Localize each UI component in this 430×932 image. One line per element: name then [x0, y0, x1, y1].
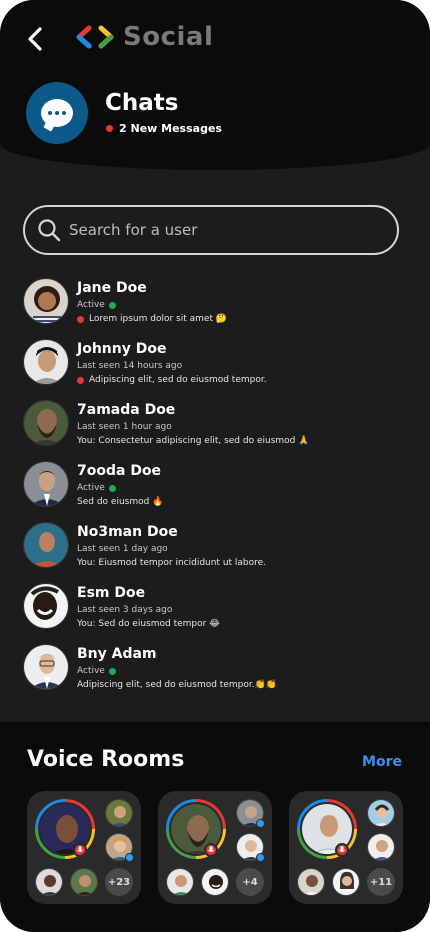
- preview-text: You: Sed do eiusmod tempor 😂: [77, 619, 220, 629]
- online-dot-icon: [108, 302, 116, 309]
- contact-status: Last seen 1 hour ago: [77, 421, 309, 434]
- message-preview: Adipiscing elit, sed do eiusmod tempor.: [77, 374, 267, 387]
- avatar: [23, 278, 69, 324]
- avatar: [23, 583, 69, 629]
- message-preview: You: Sed do eiusmod tempor 😂: [77, 618, 220, 631]
- mic-icon: [73, 843, 87, 857]
- contact-name: Esm Doe: [77, 585, 146, 601]
- message-preview: You: Eiusmod tempor incididunt ut labore…: [77, 557, 266, 570]
- participant-avatar: [332, 868, 360, 896]
- voice-rooms-section: Voice Rooms More +23 +4 +11: [0, 722, 430, 932]
- online-dot-icon: [108, 485, 116, 492]
- participant-avatar: [35, 868, 63, 896]
- extra-participants-count: +11: [367, 868, 395, 896]
- message-preview: You: Consectetur adipiscing elit, sed do…: [77, 435, 309, 448]
- status-text: Active: [77, 666, 105, 676]
- contact-status: Active: [77, 665, 277, 678]
- participant-avatar: [201, 868, 229, 896]
- back-arrow-icon[interactable]: [22, 24, 50, 54]
- avatar: [23, 339, 69, 385]
- preview-text: Lorem ipsum dolor sit amet 🤔: [89, 314, 228, 324]
- participant-avatar: [105, 799, 133, 827]
- contact-name: Jane Doe: [77, 280, 147, 296]
- voice-room-card[interactable]: +11: [289, 791, 403, 904]
- preview-text: Adipiscing elit, sed do eiusmod tempor.👏…: [77, 680, 277, 690]
- avatar: [23, 461, 69, 507]
- mic-icon: [335, 843, 349, 857]
- status-text: Active: [77, 483, 105, 493]
- status-text: Last seen 1 day ago: [77, 544, 168, 554]
- chat-row-bny-adam[interactable]: Bny Adam Active Adipiscing elit, sed do …: [0, 642, 430, 703]
- chats-icon-badge: [26, 82, 88, 144]
- unread-dot-icon: [77, 316, 84, 323]
- unread-dot-icon: [77, 377, 84, 384]
- participant-avatar: [367, 799, 395, 827]
- avatar: [23, 522, 69, 568]
- participant-avatar: [367, 833, 395, 861]
- message-preview: Sed do eiusmod 🔥: [77, 496, 163, 509]
- verified-badge-icon: [256, 819, 265, 828]
- avatar: [23, 400, 69, 446]
- mic-icon: [204, 843, 218, 857]
- preview-text: Sed do eiusmod 🔥: [77, 497, 164, 507]
- extra-participants-count: +23: [105, 868, 133, 896]
- page-title: Chats: [105, 90, 179, 116]
- participant-avatar: [297, 868, 325, 896]
- contact-name: 7amada Doe: [77, 402, 176, 418]
- preview-text: You: Consectetur adipiscing elit, sed do…: [77, 436, 310, 446]
- chat-bubble-icon: [41, 99, 73, 127]
- status-text: Last seen 1 hour ago: [77, 422, 172, 432]
- search-icon: [38, 219, 61, 242]
- chat-row-no3man-doe[interactable]: No3man Doe Last seen 1 day ago You: Eius…: [0, 520, 430, 581]
- contact-name: 7ooda Doe: [77, 463, 162, 479]
- preview-text: Adipiscing elit, sed do eiusmod tempor.: [89, 375, 267, 385]
- verified-badge-icon: [256, 853, 265, 862]
- avatar: [23, 644, 69, 690]
- voice-room-card[interactable]: +4: [158, 791, 272, 904]
- search-bar[interactable]: [23, 205, 399, 255]
- brand-logo-icon: [76, 25, 114, 49]
- status-text: Last seen 14 hours ago: [77, 361, 183, 371]
- contact-status: Last seen 14 hours ago: [77, 360, 267, 373]
- more-link[interactable]: More: [362, 754, 402, 770]
- new-messages-label: 2 New Messages: [119, 122, 222, 135]
- message-preview: Lorem ipsum dolor sit amet 🤔: [77, 313, 227, 326]
- header-area: Social Chats 2 New Messages: [0, 0, 430, 170]
- chat-row-7amada-doe[interactable]: 7amada Doe Last seen 1 hour ago You: Con…: [0, 398, 430, 459]
- brand-name: Social: [123, 22, 214, 52]
- contact-status: Last seen 1 day ago: [77, 543, 266, 556]
- contact-status: Last seen 3 days ago: [77, 604, 220, 617]
- voice-rooms-title: Voice Rooms: [27, 747, 185, 772]
- chat-row-johnny-doe[interactable]: Johnny Doe Last seen 14 hours ago Adipis…: [0, 337, 430, 398]
- message-preview: Adipiscing elit, sed do eiusmod tempor.👏…: [77, 679, 277, 692]
- status-text: Last seen 3 days ago: [77, 605, 173, 615]
- verified-badge-icon: [125, 853, 134, 862]
- app-screen: Social Chats 2 New Messages Jane Doe Act…: [0, 0, 430, 932]
- contact-name: Johnny Doe: [77, 341, 167, 357]
- voice-room-card[interactable]: +23: [27, 791, 141, 904]
- contact-name: No3man Doe: [77, 524, 178, 540]
- chat-row-jane-doe[interactable]: Jane Doe Active Lorem ipsum dolor sit am…: [0, 276, 430, 337]
- new-messages-indicator: 2 New Messages: [106, 122, 222, 135]
- extra-participants-count: +4: [236, 868, 264, 896]
- app-brand: Social: [75, 22, 213, 52]
- search-input[interactable]: [69, 221, 369, 239]
- preview-text: You: Eiusmod tempor incididunt ut labore…: [77, 558, 267, 568]
- participant-avatar: [166, 868, 194, 896]
- contact-name: Bny Adam: [77, 646, 157, 662]
- unread-dot-icon: [106, 125, 113, 132]
- contact-status: Active: [77, 482, 163, 495]
- participant-avatar: [70, 868, 98, 896]
- online-dot-icon: [108, 668, 116, 675]
- contact-status: Active: [77, 299, 227, 312]
- chat-row-esm-doe[interactable]: Esm Doe Last seen 3 days ago You: Sed do…: [0, 581, 430, 642]
- status-text: Active: [77, 300, 105, 310]
- chat-row-7ooda-doe[interactable]: 7ooda Doe Active Sed do eiusmod 🔥: [0, 459, 430, 520]
- chat-list: Jane Doe Active Lorem ipsum dolor sit am…: [0, 276, 430, 703]
